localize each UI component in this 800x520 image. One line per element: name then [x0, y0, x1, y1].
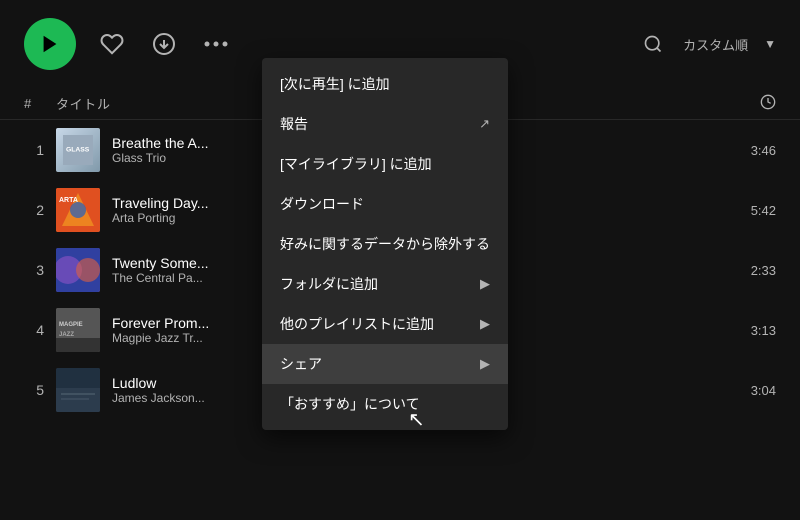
menu-item-download[interactable]: ダウンロード — [262, 184, 508, 224]
menu-item-label: [マイライブラリ] に追加 — [280, 154, 490, 174]
external-link-icon: ↗ — [479, 116, 490, 132]
menu-item-add-next[interactable]: [次に再生] に追加 — [262, 64, 508, 104]
menu-item-label: シェア — [280, 354, 470, 374]
menu-item-label: ダウンロード — [280, 194, 490, 214]
menu-item-add-playlist[interactable]: 他のプレイリストに追加 ▶ — [262, 304, 508, 344]
menu-item-label: 報告 — [280, 114, 469, 134]
menu-item-recommend-info[interactable]: 「おすすめ」について — [262, 384, 508, 424]
menu-item-label: 他のプレイリストに追加 — [280, 314, 470, 334]
context-menu-overlay[interactable]: [次に再生] に追加 報告 ↗ [マイライブラリ] に追加 ダウンロード 好みに… — [0, 0, 800, 520]
chevron-right-icon: ▶ — [480, 276, 490, 292]
menu-item-add-folder[interactable]: フォルダに追加 ▶ — [262, 264, 508, 304]
chevron-right-icon: ▶ — [480, 316, 490, 332]
menu-item-label: 好みに関するデータから除外する — [280, 234, 490, 254]
menu-item-label: 「おすすめ」について — [280, 394, 490, 414]
menu-item-exclude[interactable]: 好みに関するデータから除外する — [262, 224, 508, 264]
menu-item-share[interactable]: シェア ▶ — [262, 344, 508, 384]
context-menu: [次に再生] に追加 報告 ↗ [マイライブラリ] に追加 ダウンロード 好みに… — [262, 58, 508, 430]
menu-item-report[interactable]: 報告 ↗ — [262, 104, 508, 144]
menu-item-label: [次に再生] に追加 — [280, 74, 490, 94]
menu-item-label: フォルダに追加 — [280, 274, 470, 294]
menu-item-add-library[interactable]: [マイライブラリ] に追加 — [262, 144, 508, 184]
chevron-right-icon: ▶ — [480, 356, 490, 372]
